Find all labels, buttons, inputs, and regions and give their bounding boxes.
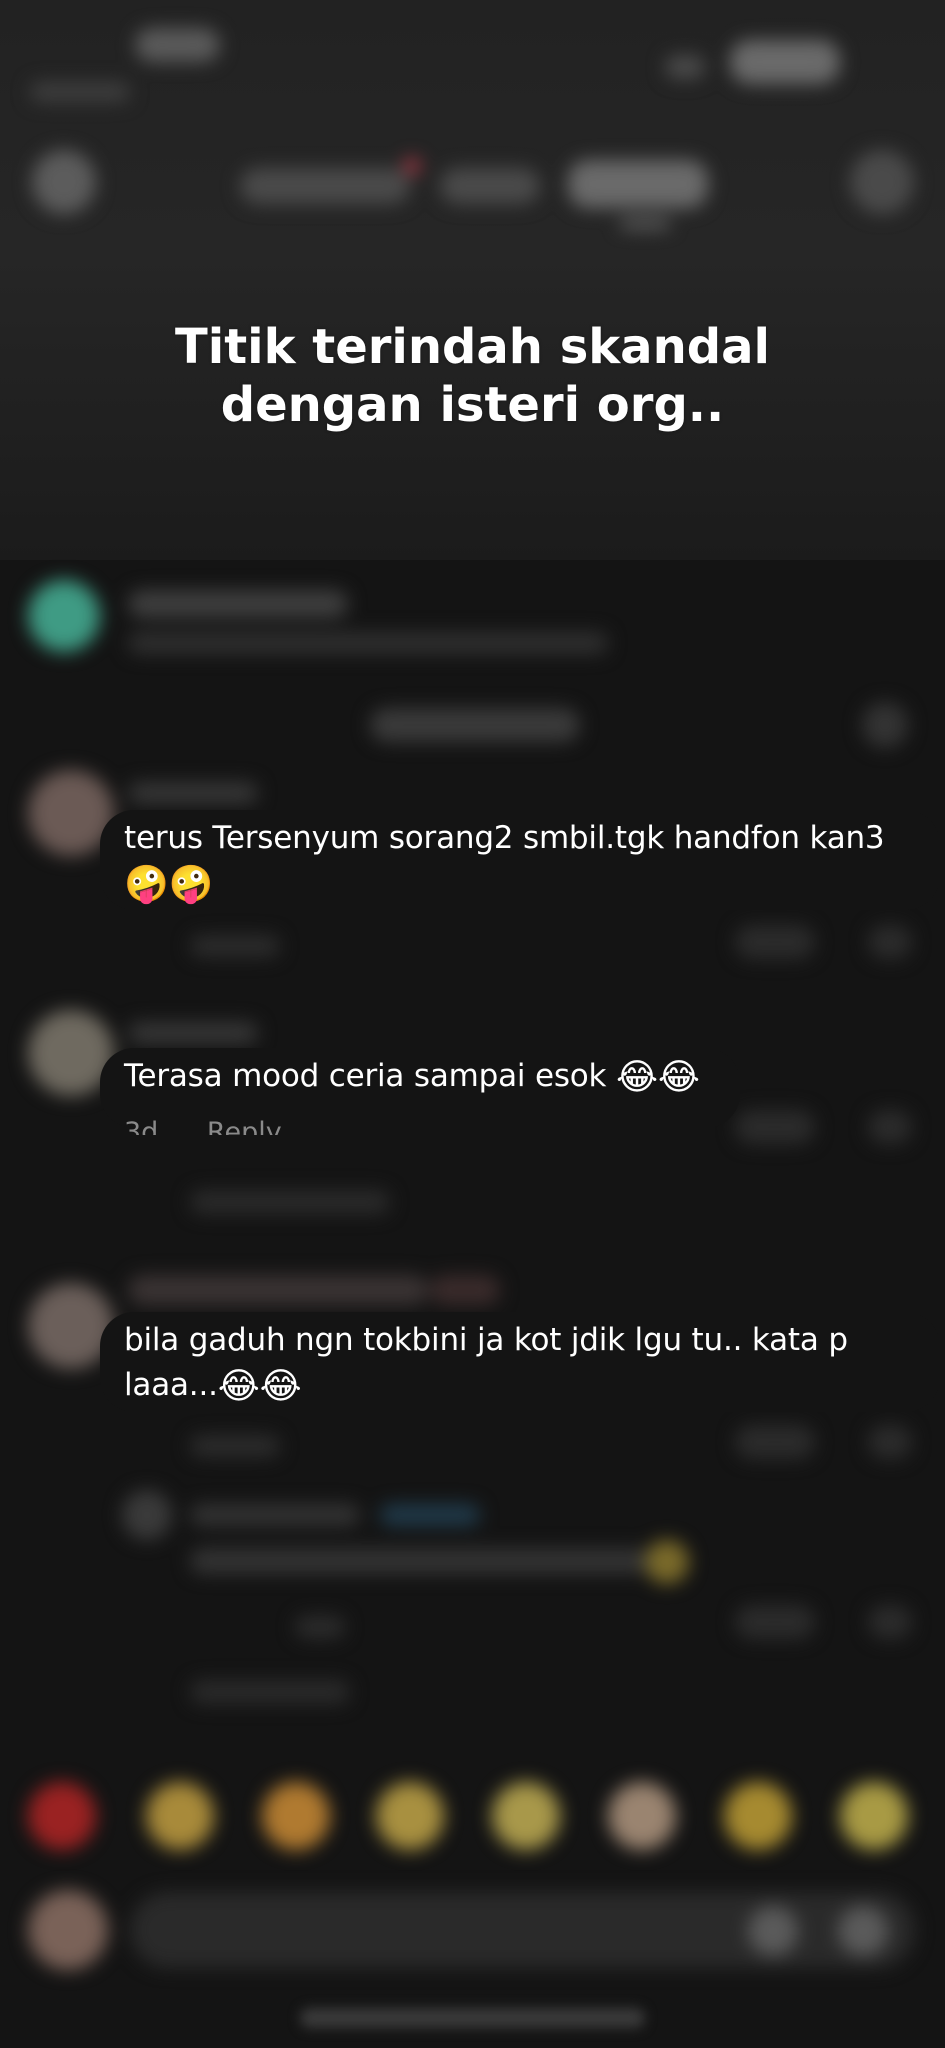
comment-3-body: bila gaduh ngn tokbini ja kot jdik lgu t… — [124, 1322, 848, 1358]
comment-2-emojis: 😂😂 — [615, 1057, 700, 1098]
video-caption: Titik terindah skandal dengan isteri org… — [0, 318, 945, 434]
status-carrier — [30, 82, 130, 102]
emoji-face-1[interactable] — [146, 1782, 214, 1850]
comment-1-text: terus Tersenyum sorang2 smbil.tgk handfo… — [124, 816, 924, 907]
view-more-replies[interactable] — [190, 1680, 350, 1704]
comments-header — [0, 690, 945, 760]
author-row — [0, 560, 945, 670]
view-replies[interactable] — [190, 1190, 390, 1214]
comment-reply-link[interactable] — [190, 935, 280, 957]
emoji-face-4[interactable] — [492, 1782, 560, 1850]
emoji-face-3[interactable] — [376, 1782, 444, 1850]
tab-following[interactable] — [240, 168, 410, 204]
like-count[interactable] — [735, 1425, 815, 1459]
like-count[interactable] — [735, 1110, 815, 1144]
dislike-icon[interactable] — [868, 925, 912, 959]
comments-count — [370, 708, 580, 742]
comment-3-text: bila gaduh ngn tokbini ja kot jdik lgu t… — [124, 1318, 934, 1409]
mention-icon[interactable] — [748, 1906, 798, 1956]
comment-username[interactable] — [128, 1022, 258, 1044]
dislike-icon[interactable] — [868, 1425, 912, 1459]
comment-1-emojis: 🤪🤪 — [124, 864, 214, 905]
status-time — [135, 28, 220, 62]
comment-2-text: Terasa mood ceria sampai esok 😂😂 — [124, 1054, 924, 1100]
reply-username[interactable] — [190, 1504, 360, 1526]
tab-notification-dot — [404, 158, 420, 174]
comment-3-emojis: 😂😂 — [217, 1366, 302, 1407]
creator-badge — [430, 1275, 500, 1305]
dislike-icon[interactable] — [868, 1110, 912, 1144]
caption-line-2: dengan isteri org.. — [220, 377, 725, 433]
emoji-face-2[interactable] — [262, 1782, 330, 1850]
emoji-heart[interactable] — [28, 1782, 96, 1850]
comment-username[interactable] — [128, 782, 258, 804]
tab-friends[interactable] — [440, 168, 540, 204]
search-icon[interactable] — [850, 150, 914, 214]
comment-1-body: terus Tersenyum sorang2 smbil.tgk handfo… — [124, 820, 885, 856]
close-icon[interactable] — [862, 702, 908, 748]
author-name[interactable] — [128, 590, 348, 618]
emoji-picker-icon[interactable] — [838, 1906, 888, 1956]
caption-line-1: Titik terindah skandal — [175, 319, 770, 375]
reply-tag — [380, 1504, 480, 1526]
comment-2-body: Terasa mood ceria sampai esok — [124, 1058, 607, 1094]
live-icon[interactable] — [32, 150, 96, 214]
emoji-face-5[interactable] — [608, 1782, 676, 1850]
comment-2-meta: 3d Reply — [124, 1113, 524, 1135]
comment-username[interactable] — [128, 1275, 428, 1305]
signal-icon — [665, 55, 705, 79]
author-description — [128, 632, 608, 654]
like-count[interactable] — [735, 925, 815, 959]
tab-for-you[interactable] — [568, 160, 708, 208]
status-bar — [0, 0, 945, 110]
reply-emoji — [645, 1540, 689, 1584]
comment-reply-link[interactable] — [190, 1435, 280, 1457]
nested-reply — [0, 1490, 945, 1720]
reply-avatar[interactable] — [122, 1490, 172, 1540]
comment-input-row — [0, 1880, 945, 1980]
reply-like-count[interactable] — [735, 1605, 815, 1639]
reply-dislike-icon[interactable] — [868, 1605, 912, 1639]
reply-reply-link[interactable] — [295, 1616, 345, 1638]
user-avatar — [28, 1890, 108, 1970]
comment-3-body-line2: laaa... — [124, 1367, 218, 1403]
video-header — [0, 140, 945, 240]
battery-icon — [730, 40, 840, 84]
emoji-bar — [0, 1770, 945, 1860]
author-avatar[interactable] — [28, 580, 100, 652]
tab-underline — [620, 220, 670, 228]
emoji-face-7[interactable] — [840, 1782, 908, 1850]
comment-2-time: 3d — [124, 1117, 159, 1135]
reply-text — [190, 1548, 650, 1574]
comment-2-reply[interactable]: Reply — [207, 1117, 282, 1135]
home-indicator — [300, 2008, 645, 2028]
emoji-face-6[interactable] — [724, 1782, 792, 1850]
